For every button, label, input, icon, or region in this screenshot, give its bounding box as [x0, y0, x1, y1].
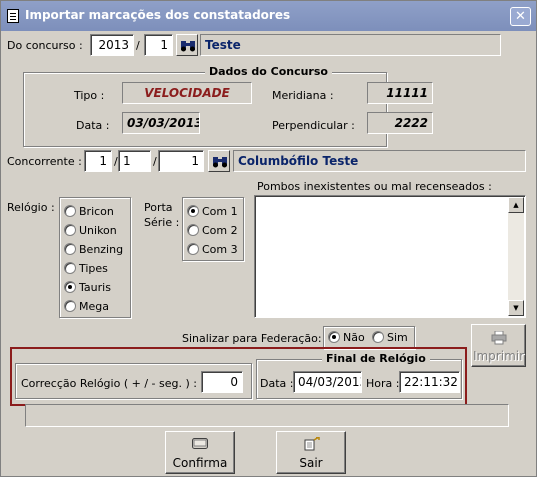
binoculars-icon: [181, 41, 195, 52]
relogio-option-benzing[interactable]: Benzing: [64, 242, 123, 258]
porta-option-com3[interactable]: Com 3: [187, 242, 238, 258]
radio-icon: [64, 262, 76, 274]
scroll-up-icon[interactable]: ▲: [508, 197, 524, 213]
concurso-separator: /: [136, 39, 140, 52]
correccao-field[interactable]: 0: [201, 371, 243, 393]
perpendicular-label: Perpendicular :: [272, 119, 355, 132]
serie-label: Série :: [144, 216, 180, 229]
relogio-label: Relógio :: [7, 201, 55, 214]
porta-label: Porta: [144, 201, 173, 214]
scroll-down-icon[interactable]: ▼: [508, 300, 524, 316]
progress-bar: [25, 404, 509, 427]
concorrente-field-2[interactable]: 1: [118, 150, 151, 172]
porta-group: Com 1 Com 2 Com 3: [182, 197, 244, 261]
concurso-year-field[interactable]: 2013: [90, 34, 134, 56]
pombos-label: Pombos inexistentes ou mal recenseados :: [257, 180, 492, 193]
document-icon: [7, 9, 19, 23]
final-data-label: Data :: [260, 377, 294, 390]
binoculars-icon: [213, 157, 227, 168]
tipo-value: VELOCIDADE: [122, 82, 252, 104]
sinalizar-group: Não Sim: [323, 326, 415, 349]
porta-option-com2[interactable]: Com 2: [187, 223, 238, 239]
perpendicular-value: 2222: [367, 112, 433, 134]
relogio-option-bricon[interactable]: Bricon: [64, 204, 114, 220]
confirma-button[interactable]: Confirma: [165, 431, 235, 474]
confirm-icon: [192, 438, 208, 449]
dados-concurso-title: Dados do Concurso: [205, 65, 332, 78]
relogio-option-tauris[interactable]: Tauris: [64, 280, 111, 296]
final-relogio-title: Final de Relógio: [322, 352, 430, 365]
confirma-label: Confirma: [172, 456, 228, 470]
relogio-option-tipes[interactable]: Tipes: [64, 261, 108, 277]
final-hora-label: Hora :: [366, 377, 400, 390]
radio-icon: [372, 331, 384, 343]
printer-icon: [491, 331, 507, 345]
concurso-label: Do concurso :: [7, 39, 83, 52]
concorrente-label: Concorrente :: [7, 155, 82, 168]
pombos-scrollbar[interactable]: ▲ ▼: [508, 197, 524, 316]
sinalizar-label: Sinalizar para Federação:: [182, 332, 322, 345]
title-bar[interactable]: Importar marcações dos constatadores ✕: [1, 1, 536, 31]
sinalizar-option-sim[interactable]: Sim: [372, 330, 408, 346]
import-dialog: Importar marcações dos constatadores ✕ D…: [0, 0, 537, 477]
concorrente-field-3[interactable]: 1: [158, 150, 204, 172]
porta-option-com1[interactable]: Com 1: [187, 204, 238, 220]
radio-icon: [64, 300, 76, 312]
imprimir-button[interactable]: Imprimir: [471, 324, 526, 367]
meridiana-label: Meridiana :: [272, 89, 334, 102]
radio-icon: [187, 224, 199, 236]
meridiana-value: 11111: [367, 82, 433, 104]
correccao-label: Correcção Relógio ( + / - seg. ) :: [21, 377, 197, 390]
exit-door-icon: [304, 437, 320, 451]
relogio-group: Bricon Unikon Benzing Tipes Tauris Mega: [59, 197, 131, 318]
radio-selected-icon: [64, 281, 76, 293]
radio-icon: [187, 243, 199, 255]
relogio-option-mega[interactable]: Mega: [64, 299, 109, 315]
data-label: Data :: [76, 119, 110, 132]
window-title: Importar marcações dos constatadores: [25, 8, 291, 22]
concorrente-name-display: Columbófilo Teste: [233, 150, 526, 172]
final-hora-field[interactable]: 22:11:32: [399, 371, 460, 393]
concurso-name-display: Teste: [200, 34, 501, 56]
pombos-textarea[interactable]: ▲ ▼: [254, 195, 526, 318]
radio-icon: [64, 224, 76, 236]
sair-button[interactable]: Sair: [276, 431, 346, 474]
sair-label: Sair: [299, 456, 323, 470]
concurso-lookup-button[interactable]: [176, 34, 198, 56]
sinalizar-option-nao[interactable]: Não: [328, 330, 365, 346]
radio-icon: [64, 243, 76, 255]
tipo-label: Tipo :: [74, 89, 105, 102]
relogio-option-unikon[interactable]: Unikon: [64, 223, 117, 239]
radio-selected-icon: [187, 205, 199, 217]
final-data-field[interactable]: 04/03/2013: [293, 371, 362, 393]
imprimir-label: Imprimir: [472, 349, 525, 363]
concurso-number-field[interactable]: 1: [144, 34, 173, 56]
concorrente-lookup-button[interactable]: [208, 150, 230, 172]
data-concurso-value: 03/03/2013: [122, 112, 200, 134]
radio-icon: [64, 205, 76, 217]
radio-selected-icon: [328, 331, 340, 343]
concorrente-separator-2: /: [153, 155, 157, 168]
concorrente-field-1[interactable]: 1: [84, 150, 112, 172]
close-button[interactable]: ✕: [510, 7, 531, 26]
